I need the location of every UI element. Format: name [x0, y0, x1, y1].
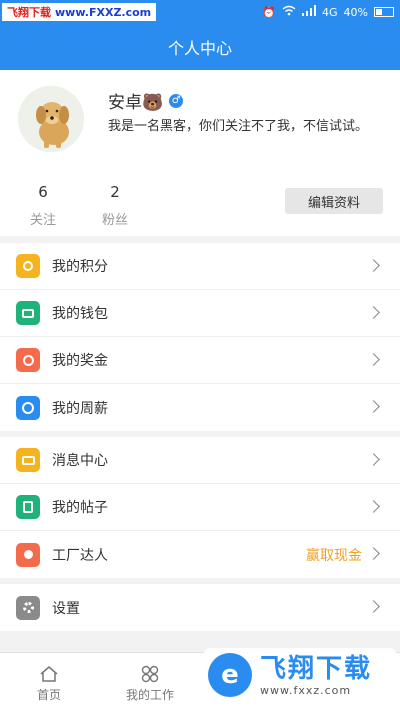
menu-item-messages[interactable]: 消息中心 [0, 437, 400, 484]
watermark-left-text: 飞翔下载 [7, 6, 51, 19]
brand-url: www.fxxz.com [260, 683, 352, 697]
followers-stat[interactable]: 2 粉丝 [90, 183, 140, 228]
menu-group-settings: 设置 [0, 584, 400, 631]
points-icon [16, 254, 40, 278]
menu-item-wallet[interactable]: 我的钱包 [0, 290, 400, 337]
watermark-url-text: www.FXXZ.com [55, 5, 152, 19]
tab-my-work[interactable]: 我的工作 [110, 653, 190, 715]
status-indicators: ⏰ 4G 40% [262, 0, 394, 24]
chevron-right-icon [367, 353, 380, 366]
expert-icon [16, 542, 40, 567]
menu-item-points[interactable]: 我的积分 [0, 243, 400, 290]
bonus-icon [16, 348, 40, 372]
menu-item-bonus[interactable]: 我的奖金 [0, 337, 400, 384]
menu-item-label: 我的钱包 [52, 306, 108, 322]
menu-item-label: 消息中心 [52, 453, 108, 469]
name-row: 安卓🐻 ♂ [108, 88, 184, 113]
signal-icon [302, 5, 317, 19]
chevron-right-icon [367, 600, 380, 613]
edit-profile-button[interactable]: 编辑资料 [285, 188, 383, 214]
tab-home[interactable]: 首页 [9, 653, 89, 715]
clock-icon [16, 395, 40, 420]
home-icon [40, 666, 58, 682]
title-bar: 个人中心 [0, 24, 400, 70]
battery-percent: 40% [343, 5, 368, 19]
menu-item-label: 我的周薪 [52, 400, 108, 417]
menu-group-finance: 我的积分 我的钱包 我的奖金 我的周薪 [0, 243, 400, 431]
followers-label: 粉丝 [101, 213, 128, 228]
menu-item-label: 工厂达人 [52, 547, 108, 564]
followers-count: 2 [110, 183, 120, 201]
menu-item-settings[interactable]: 设置 [0, 584, 400, 631]
chevron-right-icon [367, 400, 380, 413]
wifi-icon [282, 5, 296, 19]
dog-avatar-image [18, 86, 84, 152]
menu-item-factory-expert[interactable]: 工厂达人 赢取现金 [0, 531, 400, 578]
avatar[interactable] [18, 86, 84, 152]
work-icon [141, 665, 159, 683]
menu-item-label: 我的积分 [52, 259, 108, 275]
menu-item-posts[interactable]: 我的帖子 [0, 484, 400, 531]
brand-name: 飞翔下载 [260, 653, 373, 684]
alarm-icon: ⏰ [262, 5, 277, 19]
status-bar: 飞翔下载 www.FXXZ.com ⏰ 4G 40% [0, 0, 400, 24]
chevron-right-icon [367, 259, 380, 272]
menu-item-label: 我的帖子 [52, 500, 108, 516]
network-type: 4G [322, 5, 338, 19]
following-label: 关注 [29, 213, 56, 228]
battery-icon [374, 7, 394, 17]
brand-watermark-badge: e 飞翔下载 www.fxxz.com [204, 648, 396, 702]
win-cash-label: 赢取现金 [306, 547, 362, 564]
chevron-right-icon [367, 547, 380, 560]
following-count: 6 [38, 183, 48, 201]
following-stat[interactable]: 6 关注 [18, 183, 68, 228]
menu-item-label: 设置 [52, 600, 80, 617]
watermark-logo: 飞翔下载 www.FXXZ.com [2, 3, 157, 21]
profile-card: 安卓🐻 ♂ 我是一名黑客，你们关注不了我，不信试试。 6 关注 2 粉丝 编辑资… [0, 70, 400, 236]
page-title: 个人中心 [167, 39, 232, 58]
chevron-right-icon [367, 500, 380, 513]
post-icon [16, 495, 40, 519]
tab-label: 我的工作 [125, 688, 174, 702]
user-bio: 我是一名黑客，你们关注不了我，不信试试。 [108, 119, 369, 134]
user-name: 安卓🐻 [108, 93, 164, 113]
menu-item-label: 我的奖金 [52, 353, 108, 369]
menu-item-weekly-pay[interactable]: 我的周薪 [0, 384, 400, 431]
brand-logo-icon: e [208, 653, 252, 697]
male-gender-icon: ♂ [169, 93, 184, 108]
menu-group-community: 消息中心 我的帖子 工厂达人 赢取现金 [0, 437, 400, 578]
tab-label: 首页 [36, 688, 61, 702]
wallet-icon [16, 301, 40, 325]
message-icon [16, 448, 40, 472]
settings-icon [16, 595, 40, 620]
chevron-right-icon [367, 453, 380, 466]
chevron-right-icon [367, 306, 380, 319]
